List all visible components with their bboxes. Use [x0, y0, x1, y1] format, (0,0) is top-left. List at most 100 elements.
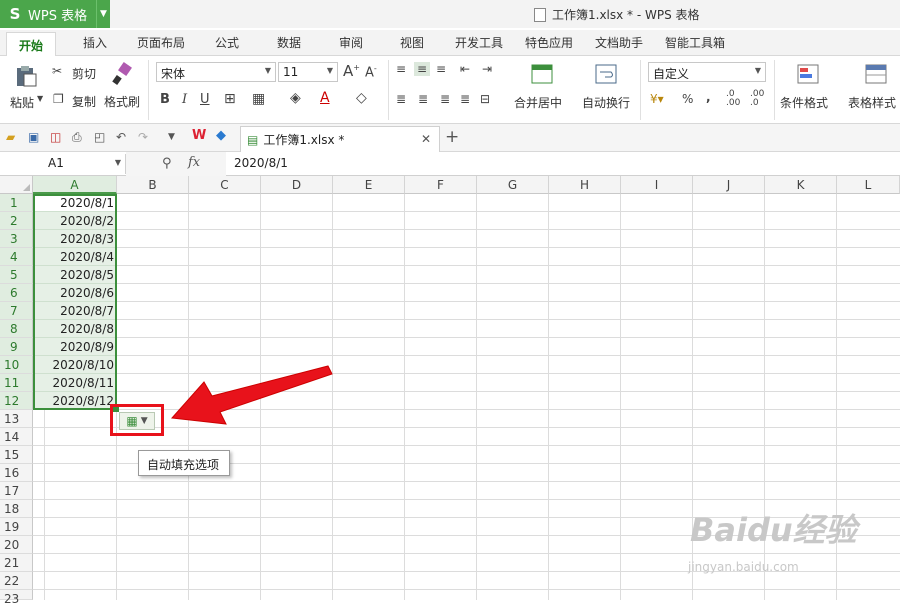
- tab-review[interactable]: 审阅: [339, 34, 363, 51]
- chevron-down-icon[interactable]: ▼: [96, 0, 110, 28]
- row-header[interactable]: 12: [0, 392, 33, 410]
- increase-font-icon[interactable]: A+: [343, 62, 360, 80]
- align-middle-icon[interactable]: ≡: [414, 62, 431, 76]
- wps-home-icon[interactable]: W: [192, 128, 206, 143]
- distributed-icon[interactable]: ⊟: [480, 92, 490, 106]
- tab-developer[interactable]: 开发工具: [455, 34, 503, 51]
- formula-input[interactable]: 2020/8/1: [234, 156, 288, 170]
- copy-button[interactable]: 复制: [72, 93, 96, 110]
- column-header[interactable]: E: [333, 176, 405, 194]
- indent-decrease-icon[interactable]: ⇤: [460, 62, 470, 76]
- cell-a9[interactable]: 2020/8/9: [33, 338, 117, 356]
- cell-a6[interactable]: 2020/8/6: [33, 284, 117, 302]
- undo-icon[interactable]: ↶: [116, 130, 130, 144]
- copy-icon[interactable]: ❐: [53, 92, 64, 106]
- conditional-format-button[interactable]: 条件格式: [780, 94, 828, 111]
- cell-a1[interactable]: 2020/8/1: [33, 194, 117, 212]
- tab-insert[interactable]: 插入: [83, 34, 107, 51]
- row-header[interactable]: 18: [0, 500, 33, 518]
- column-header[interactable]: H: [549, 176, 621, 194]
- autofill-options-button[interactable]: ▦ ▼: [119, 412, 155, 430]
- row-header[interactable]: 9: [0, 338, 33, 356]
- column-header[interactable]: B: [117, 176, 189, 194]
- cut-button[interactable]: 剪切: [72, 65, 96, 82]
- row-header[interactable]: 3: [0, 230, 33, 248]
- table-style-icon[interactable]: [864, 62, 888, 86]
- cell-a4[interactable]: 2020/8/4: [33, 248, 117, 266]
- row-header[interactable]: 11: [0, 374, 33, 392]
- tab-view[interactable]: 视图: [400, 34, 424, 51]
- format-painter-button[interactable]: 格式刷: [104, 93, 140, 110]
- row-header[interactable]: 23: [0, 590, 33, 606]
- align-bottom-icon[interactable]: ≡: [436, 62, 446, 76]
- row-header[interactable]: 14: [0, 428, 33, 446]
- tab-formulas[interactable]: 公式: [215, 34, 239, 51]
- paste-icon[interactable]: [14, 64, 38, 88]
- row-header[interactable]: 22: [0, 572, 33, 590]
- row-header[interactable]: 5: [0, 266, 33, 284]
- row-header[interactable]: 16: [0, 464, 33, 482]
- borders-icon[interactable]: ⊞: [224, 91, 236, 107]
- italic-button[interactable]: I: [182, 92, 187, 107]
- comma-button[interactable]: ,: [706, 90, 711, 104]
- cube-icon[interactable]: ◆: [216, 128, 230, 143]
- cell-a12[interactable]: 2020/8/12: [33, 392, 117, 410]
- select-all-corner[interactable]: [0, 176, 33, 194]
- scissors-icon[interactable]: ✂: [52, 64, 62, 78]
- tab-data[interactable]: 数据: [277, 34, 301, 51]
- row-header[interactable]: 20: [0, 536, 33, 554]
- tab-doc-assistant[interactable]: 文档助手: [595, 34, 643, 51]
- merge-center-icon[interactable]: [530, 62, 554, 86]
- number-format-select[interactable]: 自定义 ▼: [648, 62, 766, 82]
- column-header[interactable]: L: [837, 176, 900, 194]
- export-pdf-icon[interactable]: ◫: [50, 130, 64, 144]
- decrease-font-icon[interactable]: A-: [365, 64, 377, 80]
- app-menu-button[interactable]: S WPS 表格 ▼: [0, 0, 110, 28]
- align-left-icon[interactable]: ≣: [396, 92, 406, 106]
- conditional-format-icon[interactable]: [796, 62, 820, 86]
- font-size-select[interactable]: 11 ▼: [278, 62, 338, 82]
- row-header[interactable]: 15: [0, 446, 33, 464]
- row-header[interactable]: 19: [0, 518, 33, 536]
- column-header[interactable]: I: [621, 176, 693, 194]
- close-tab-icon[interactable]: ✕: [421, 132, 431, 146]
- cell-a10[interactable]: 2020/8/10: [33, 356, 117, 374]
- cell-a11[interactable]: 2020/8/11: [33, 374, 117, 392]
- row-header[interactable]: 7: [0, 302, 33, 320]
- row-header[interactable]: 8: [0, 320, 33, 338]
- wrap-text-button[interactable]: 自动换行: [582, 94, 630, 111]
- decrease-decimal-icon[interactable]: .00.0: [750, 90, 764, 108]
- column-header[interactable]: J: [693, 176, 765, 194]
- row-header[interactable]: 17: [0, 482, 33, 500]
- insert-function-icon[interactable]: fx: [188, 155, 200, 170]
- currency-icon[interactable]: ¥▾: [650, 92, 664, 106]
- tab-special[interactable]: 特色应用: [525, 34, 573, 51]
- fill-color-icon[interactable]: ◈: [290, 90, 301, 106]
- open-folder-icon[interactable]: ▰: [6, 130, 20, 144]
- cell-a7[interactable]: 2020/8/7: [33, 302, 117, 320]
- customize-chevron-icon[interactable]: ▼: [168, 132, 182, 146]
- tab-home[interactable]: 开始: [6, 32, 57, 57]
- column-header[interactable]: G: [477, 176, 549, 194]
- column-header[interactable]: K: [765, 176, 837, 194]
- format-painter-icon[interactable]: [110, 62, 134, 86]
- new-tab-icon[interactable]: +: [445, 127, 459, 147]
- column-header[interactable]: C: [189, 176, 261, 194]
- row-header[interactable]: 10: [0, 356, 33, 374]
- print-icon[interactable]: ⎙: [72, 130, 86, 144]
- justify-icon[interactable]: ≣: [460, 92, 470, 106]
- row-header[interactable]: 6: [0, 284, 33, 302]
- tab-page-layout[interactable]: 页面布局: [137, 34, 185, 51]
- fill-pattern-icon[interactable]: ▦: [252, 91, 265, 107]
- cell-a5[interactable]: 2020/8/5: [33, 266, 117, 284]
- save-icon[interactable]: ▣: [28, 130, 42, 144]
- column-header[interactable]: F: [405, 176, 477, 194]
- increase-decimal-icon[interactable]: .0.00: [726, 90, 740, 108]
- wrap-text-icon[interactable]: [594, 62, 618, 86]
- percent-button[interactable]: %: [682, 92, 693, 106]
- row-header[interactable]: 2: [0, 212, 33, 230]
- indent-increase-icon[interactable]: ⇥: [482, 62, 492, 76]
- row-header[interactable]: 4: [0, 248, 33, 266]
- column-header[interactable]: A: [33, 176, 117, 194]
- chevron-down-icon[interactable]: ▼: [37, 94, 43, 103]
